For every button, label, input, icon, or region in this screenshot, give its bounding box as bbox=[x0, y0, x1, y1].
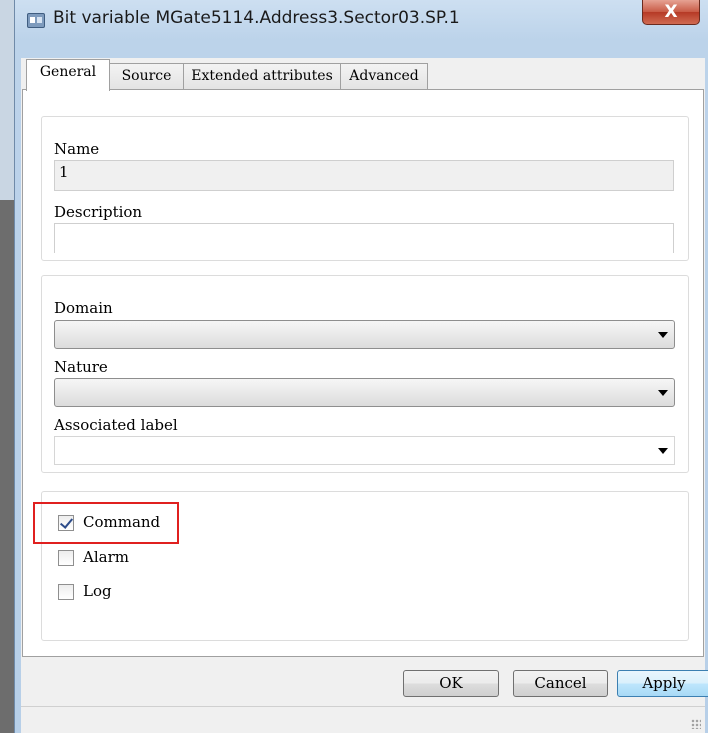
title-bar[interactable]: Bit variable MGate5114.Address3.Sector03… bbox=[15, 0, 708, 40]
tab-source[interactable]: Source bbox=[109, 63, 184, 90]
close-icon: X bbox=[664, 2, 678, 22]
description-field[interactable] bbox=[54, 223, 674, 253]
name-value: 1 bbox=[59, 163, 69, 181]
command-highlight-box bbox=[33, 502, 179, 544]
associated-label-select[interactable] bbox=[54, 436, 675, 465]
description-label: Description bbox=[54, 203, 143, 221]
domain-select[interactable] bbox=[54, 320, 675, 349]
status-bar bbox=[21, 706, 705, 733]
app-icon bbox=[27, 13, 45, 28]
dropdown-arrow-icon bbox=[658, 332, 668, 338]
window-title: Bit variable MGate5114.Address3.Sector03… bbox=[53, 8, 460, 28]
cancel-button[interactable]: Cancel bbox=[513, 670, 608, 697]
apply-button[interactable]: Apply bbox=[617, 670, 708, 697]
tab-bar: General Source Extended attributes Advan… bbox=[21, 58, 705, 91]
dialog-client-area: General Source Extended attributes Advan… bbox=[21, 58, 708, 733]
alarm-checkbox[interactable] bbox=[58, 550, 74, 566]
tab-label: Advanced bbox=[349, 68, 419, 84]
nature-label: Nature bbox=[54, 358, 108, 376]
nature-select[interactable] bbox=[54, 378, 675, 407]
dialog-window: Bit variable MGate5114.Address3.Sector03… bbox=[14, 0, 708, 733]
alarm-label[interactable]: Alarm bbox=[83, 548, 129, 566]
resize-grip-icon[interactable] bbox=[691, 719, 701, 729]
log-checkbox-row[interactable]: Log bbox=[58, 582, 178, 604]
tab-label: Extended attributes bbox=[191, 68, 333, 84]
name-label: Name bbox=[54, 140, 100, 158]
tab-general[interactable]: General bbox=[26, 59, 110, 91]
background-window-edge bbox=[0, 0, 14, 733]
name-field[interactable]: 1 bbox=[54, 160, 674, 191]
dropdown-arrow-icon bbox=[658, 448, 668, 454]
tab-extended-attributes[interactable]: Extended attributes bbox=[183, 63, 341, 90]
associated-label-label: Associated label bbox=[54, 416, 178, 434]
domain-label: Domain bbox=[54, 299, 113, 317]
log-checkbox[interactable] bbox=[58, 584, 74, 600]
alarm-checkbox-row[interactable]: Alarm bbox=[58, 548, 178, 570]
close-button[interactable]: X bbox=[642, 0, 700, 25]
tab-advanced[interactable]: Advanced bbox=[340, 63, 428, 90]
classification-group: Domain Nature Associated label bbox=[41, 275, 689, 473]
dropdown-arrow-icon bbox=[658, 390, 668, 396]
ok-button[interactable]: OK bbox=[403, 670, 499, 697]
identity-group: Name 1 Description bbox=[41, 116, 689, 261]
tab-label: General bbox=[39, 64, 97, 80]
tab-label: Source bbox=[121, 68, 172, 84]
log-label[interactable]: Log bbox=[83, 582, 112, 600]
